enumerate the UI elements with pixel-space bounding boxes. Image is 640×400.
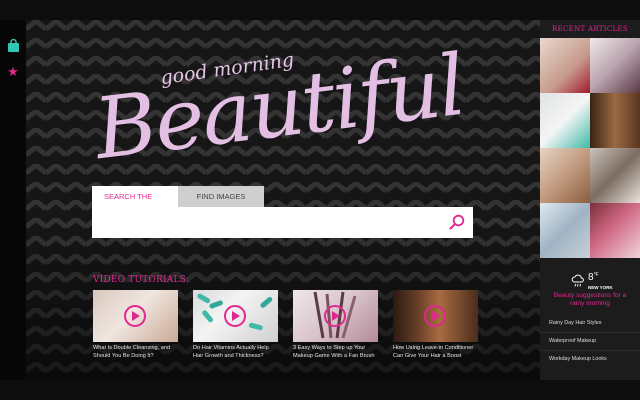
article-thumbnail[interactable] — [590, 148, 640, 203]
video-caption[interactable]: 3 Easy Ways to Step up Your Makeup Game … — [293, 345, 378, 360]
search-button[interactable] — [449, 214, 465, 230]
search-input[interactable] — [100, 207, 434, 238]
shopping-bag-graphic — [7, 38, 19, 52]
tab-search-web[interactable]: SEARCH THE WEB — [92, 186, 178, 222]
video-tutorials-heading: VIDEO TUTORIALS: — [93, 275, 190, 285]
video-caption[interactable]: What Is Double Cleansing, and Should You… — [93, 345, 178, 360]
tab-find-images[interactable]: FIND IMAGES — [178, 186, 264, 207]
search-tabs: SEARCH THE WEB FIND IMAGES — [92, 186, 264, 222]
suggestion-link[interactable]: Rainy Day Hair Styles — [540, 315, 640, 332]
left-toolbar: ★ — [0, 20, 26, 380]
recent-articles-sidebar: RECENT ARTICLES 8°F NEW YORK Beauty sugg… — [540, 20, 640, 380]
article-thumbnail[interactable] — [540, 38, 590, 93]
article-thumbnail[interactable] — [590, 38, 640, 93]
weather-city: NEW YORK — [588, 285, 613, 290]
weather-widget: 8°F NEW YORK Beauty suggestions for a ra… — [540, 256, 640, 312]
article-thumbnail[interactable] — [540, 203, 590, 258]
video-card[interactable]: What Is Double Cleansing, and Should You… — [93, 290, 178, 360]
temperature-unit: °F — [593, 272, 599, 278]
play-icon[interactable] — [424, 305, 446, 327]
video-caption[interactable]: Do Hair Vitamins Actually Help Hair Grow… — [193, 345, 278, 360]
shopping-bag-icon[interactable] — [6, 38, 20, 52]
recent-articles-heading: RECENT ARTICLES — [552, 25, 628, 33]
video-thumbnail[interactable] — [293, 290, 378, 342]
video-caption[interactable]: How Using Leave-in Conditioner Can Give … — [393, 345, 478, 360]
star-icon[interactable]: ★ — [6, 64, 20, 79]
article-thumbnail[interactable] — [540, 93, 590, 148]
article-thumbnail[interactable] — [540, 148, 590, 203]
video-card[interactable]: How Using Leave-in Conditioner Can Give … — [393, 290, 478, 360]
video-thumbnail[interactable] — [193, 290, 278, 342]
play-icon[interactable] — [124, 305, 146, 327]
video-card[interactable]: 3 Easy Ways to Step up Your Makeup Game … — [293, 290, 378, 360]
search-icon — [449, 214, 465, 230]
articles-grid — [540, 38, 640, 258]
video-card[interactable]: Do Hair Vitamins Actually Help Hair Grow… — [193, 290, 278, 360]
article-thumbnail[interactable] — [590, 203, 640, 258]
video-thumbnail[interactable] — [93, 290, 178, 342]
top-bar — [0, 0, 640, 20]
rain-cloud-icon — [571, 274, 584, 287]
weather-suggestion[interactable]: Beauty suggestions for a rainy morning — [546, 292, 634, 308]
video-list: What Is Double Cleansing, and Should You… — [93, 290, 478, 360]
suggestion-link[interactable]: Waterproof Makeup — [540, 332, 640, 350]
search-box — [92, 207, 473, 238]
suggestion-link[interactable]: Workday Makeup Looks — [540, 350, 640, 368]
suggestion-links: Rainy Day Hair Styles Waterproof Makeup … — [540, 312, 640, 368]
bottom-bar — [0, 380, 640, 400]
weather-temperature: 8°F — [588, 272, 599, 283]
article-thumbnail[interactable] — [590, 93, 640, 148]
video-thumbnail[interactable] — [393, 290, 478, 342]
play-icon[interactable] — [324, 305, 346, 327]
play-icon[interactable] — [224, 305, 246, 327]
